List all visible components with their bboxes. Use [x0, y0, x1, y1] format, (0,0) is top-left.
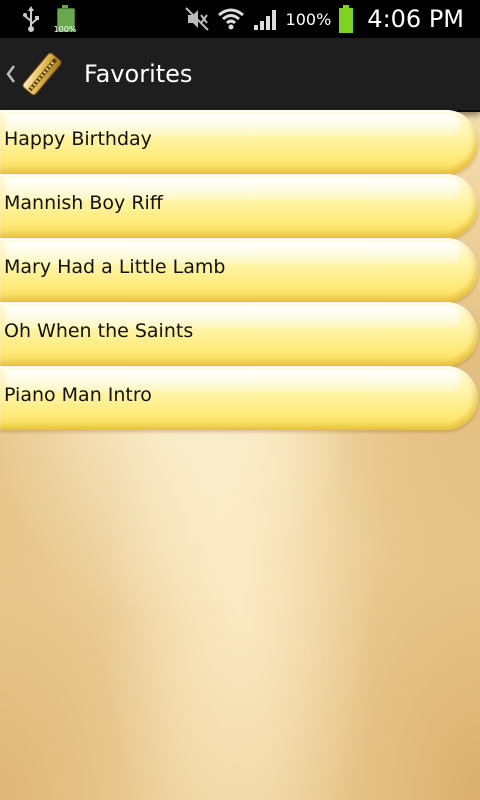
- favorite-item-happy-birthday[interactable]: Happy Birthday: [0, 110, 480, 174]
- status-bar: 100% 100% 4:06 PM: [0, 0, 480, 38]
- action-bar: Favorites: [0, 38, 480, 112]
- favorite-item-mary-had-a-little-lamb[interactable]: Mary Had a Little Lamb: [0, 238, 480, 302]
- battery-notification-icon: 100%: [54, 5, 76, 34]
- harmonica-icon: [22, 52, 62, 96]
- battery-percent: 100%: [285, 9, 332, 29]
- favorite-item-oh-when-the-saints[interactable]: Oh When the Saints: [0, 302, 480, 366]
- chevron-left-icon: [6, 65, 15, 83]
- mute-icon: [184, 7, 209, 31]
- favorite-item-label: Piano Man Intro: [4, 384, 152, 406]
- favorite-item-label: Oh When the Saints: [4, 320, 194, 342]
- battery-icon: [339, 5, 354, 33]
- status-notifications: 100%: [20, 4, 76, 34]
- battery-notification-label: 100%: [53, 25, 77, 34]
- favorite-item-label: Happy Birthday: [4, 128, 152, 150]
- clock: 4:06 PM: [367, 5, 464, 33]
- usb-icon: [23, 6, 39, 32]
- favorite-item-piano-man-intro[interactable]: Piano Man Intro: [0, 366, 480, 430]
- favorites-list: Happy Birthday Mannish Boy Riff Mary Had…: [0, 110, 480, 430]
- wifi-icon: [217, 8, 244, 30]
- favorite-item-label: Mary Had a Little Lamb: [4, 256, 226, 278]
- status-system: 100% 4:06 PM: [184, 0, 464, 38]
- favorite-item-mannish-boy-riff[interactable]: Mannish Boy Riff: [0, 174, 480, 238]
- signal-icon: [253, 10, 276, 30]
- up-button[interactable]: [0, 38, 74, 110]
- page-title: Favorites: [84, 60, 193, 88]
- favorite-item-label: Mannish Boy Riff: [4, 192, 163, 214]
